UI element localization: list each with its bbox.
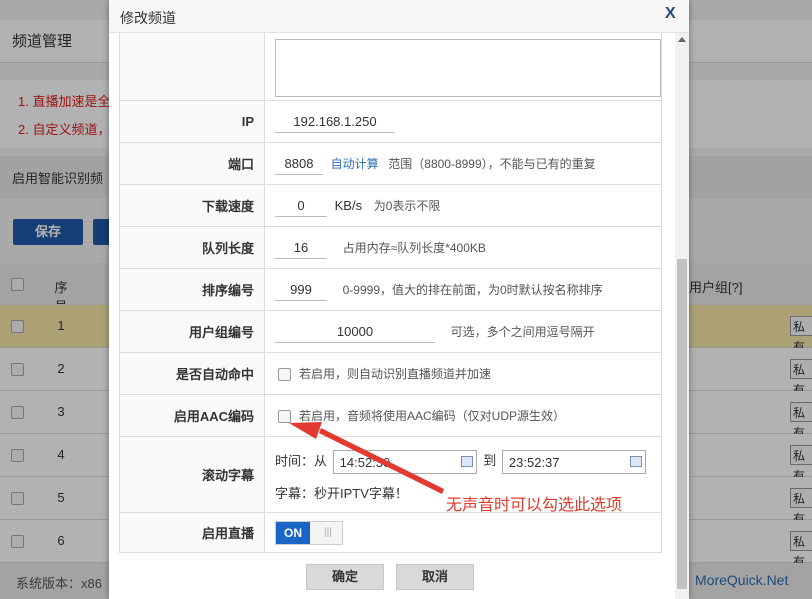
sort-number-cell: 999 0-9999，值大的排在前面，为0时默认按名称排序 [264,268,662,311]
port-label: 端口 [119,142,265,185]
description-textarea[interactable] [275,39,661,97]
ticker-to-label: 到 [483,452,497,468]
auto-hit-cell: 若启用，则自动识别直播频道并加速 [264,352,662,395]
form-row-live: 启用直播 ON ||| [119,512,662,553]
form-row-queue-length: 队列长度 16 占用内存≈队列长度*400KB [119,226,662,269]
auto-hit-hint: 若启用，则自动识别直播频道并加速 [299,367,492,381]
dialog-title: 修改频道 [120,10,176,26]
ip-cell: 192.168.1.250 [264,100,662,143]
port-hint: 范围（8800-8999），不能与已有的重复 [388,156,596,171]
port-cell: 8808 自动计算 范围（8800-8999），不能与已有的重复 [264,142,662,185]
download-speed-unit: KB/s [334,197,363,213]
auto-hit-checkbox[interactable] [278,368,291,382]
scrollbar-thumb[interactable] [677,259,687,589]
form-row-sort-number: 排序编号 999 0-9999，值大的排在前面，为0时默认按名称排序 [119,268,662,311]
scroll-up-icon[interactable] [678,37,686,42]
form-row-ip: IP 192.168.1.250 [119,100,662,143]
ticker-to-value: 23:52:37 [508,454,560,470]
download-speed-label: 下载速度 [119,184,265,227]
auto-calc-link[interactable]: 自动计算 [331,157,379,171]
dialog-scrollbar[interactable] [675,33,689,599]
ticker-from-value: 14:52:30 [339,454,391,470]
form-row-user-group: 用户组编号 10000 可选，多个之间用逗号隔开 [119,310,662,353]
user-group-cell: 10000 可选，多个之间用逗号隔开 [264,310,662,353]
live-toggle[interactable]: ON ||| [275,521,343,545]
textarea-cell [264,33,662,101]
dialog-header: 修改频道 X [109,0,689,33]
ticker-time-row: 时间：从 14:52:30 到 23:52:37 [275,449,661,474]
form-row-port: 端口 8808 自动计算 范围（8800-8999），不能与已有的重复 [119,142,662,185]
queue-length-hint: 占用内存≈队列长度*400KB [342,240,486,255]
ticker-to-input[interactable]: 23:52:37 [501,449,646,474]
form-row-aac: 启用AAC编码 若启用，音频将使用AAC编码（仅对UDP源生效） [119,394,662,437]
form-row-download-speed: 下载速度 0 KB/s 为0表示不限 [119,184,662,227]
aac-hint: 若启用，音频将使用AAC编码（仅对UDP源生效） [299,409,566,423]
ip-input[interactable]: 192.168.1.250 [275,111,395,133]
dialog-footer: 确定 取消 [109,555,675,599]
live-toggle-on: ON [276,522,310,544]
queue-length-label: 队列长度 [119,226,265,269]
user-group-label: 用户组编号 [119,310,265,353]
channel-form: IP 192.168.1.250 端口 8808 自动计算 范围（8800-89… [119,33,662,553]
ticker-from-input[interactable]: 14:52:30 [332,449,477,474]
port-input[interactable]: 8808 [275,153,323,175]
auto-hit-label: 是否自动命中 [119,352,265,395]
form-row-textarea [119,33,662,101]
live-cell: ON ||| [264,512,662,553]
aac-label: 启用AAC编码 [119,394,265,437]
ip-label: IP [119,100,265,143]
ticker-time-label: 时间：从 [275,452,328,468]
download-speed-hint: 为0表示不限 [373,198,441,213]
form-row-auto-hit: 是否自动命中 若启用，则自动识别直播频道并加速 [119,352,662,395]
sort-number-hint: 0-9999，值大的排在前面，为0时默认按名称排序 [342,282,603,297]
user-group-hint: 可选，多个之间用逗号隔开 [450,324,595,339]
confirm-button[interactable]: 确定 [306,564,384,590]
sort-number-label: 排序编号 [119,268,265,311]
ticker-label: 滚动字幕 [119,436,265,513]
calendar-icon[interactable] [460,455,473,467]
dialog-body: IP 192.168.1.250 端口 8808 自动计算 范围（8800-89… [109,33,675,555]
aac-cell: 若启用，音频将使用AAC编码（仅对UDP源生效） [264,394,662,437]
calendar-icon[interactable] [629,455,642,467]
aac-checkbox[interactable] [278,410,291,424]
toggle-handle-icon: ||| [324,527,332,538]
user-group-input[interactable]: 10000 [275,321,435,343]
queue-length-input[interactable]: 16 [275,237,327,259]
download-speed-cell: 0 KB/s 为0表示不限 [264,184,662,227]
sort-number-input[interactable]: 999 [275,279,327,301]
cancel-button[interactable]: 取消 [396,564,474,590]
download-speed-input[interactable]: 0 [275,195,327,217]
empty-label-cell [119,33,265,101]
close-icon[interactable]: X [665,5,676,23]
annotation-text: 无声音时可以勾选此选项 [446,497,623,514]
live-label: 启用直播 [119,512,265,553]
queue-length-cell: 16 占用内存≈队列长度*400KB [264,226,662,269]
